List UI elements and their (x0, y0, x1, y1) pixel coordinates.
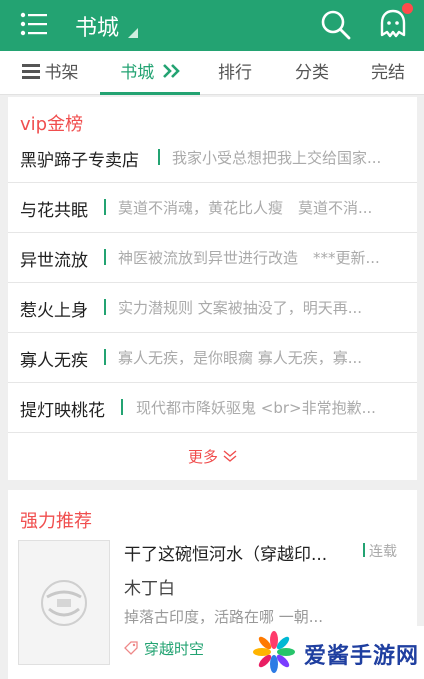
more-button[interactable]: 更多 (188, 446, 237, 467)
list-menu-icon[interactable] (20, 12, 48, 36)
book-summary: 实力潜规则 文案被抽没了，明天再... (118, 299, 363, 317)
tab-bookstore[interactable]: 书城 (100, 51, 200, 95)
search-icon[interactable] (320, 9, 352, 41)
book-title[interactable]: 干了这碗恒河水（穿越印... (124, 540, 327, 565)
book-name: 惹火上身 (20, 301, 88, 321)
more-label: 更多 (188, 448, 219, 466)
divider (158, 149, 160, 165)
tab-label: 书架 (44, 63, 79, 83)
divider (104, 349, 106, 365)
status-label: 连载 (369, 544, 397, 560)
list-item[interactable]: 异世流放 神医被流放到异世进行改造 ***更新... (8, 233, 417, 283)
page-title[interactable]: 书城 (75, 10, 119, 42)
book-name: 异世流放 (20, 251, 88, 271)
list-item[interactable]: 寡人无疾 寡人无疾，是你眼瘸 寡人无疾，寡... (8, 333, 417, 383)
book-name: 寡人无疾 (20, 351, 88, 371)
list-item[interactable]: 惹火上身 实力潜规则 文案被抽没了，明天再... (8, 283, 417, 333)
book-summary: 神医被流放到异世进行改造 ***更新... (118, 249, 380, 267)
divider (104, 199, 106, 215)
tab-finished[interactable]: 完结 (358, 51, 418, 95)
cover-logo-icon (41, 580, 87, 626)
tab-label: 书城 (120, 63, 155, 83)
pinwheel-logo-icon (253, 631, 295, 673)
watermark: 爱酱手游网 (222, 626, 424, 679)
book-name: 黑驴蹄子专卖店 (20, 151, 139, 171)
tab-bar: 书架 书城 排行 分类 完结 (0, 51, 424, 95)
double-chevron-right-icon (162, 64, 180, 78)
tab-bookshelf[interactable]: 书架 (10, 51, 90, 95)
vip-ranking-card: vip金榜 黑驴蹄子专卖店 我家小受总想把我上交给国家... 与花共眠 莫道不消… (8, 97, 417, 480)
book-summary: 掉落古印度，活路在哪 一朝... (124, 608, 324, 626)
book-author: 木丁白 (124, 579, 175, 599)
status-badge: 连载 (363, 541, 397, 561)
book-summary: 寡人无疾，是你眼瘸 寡人无疾，寡... (118, 349, 363, 367)
notification-dot (402, 3, 413, 14)
dropdown-triangle-icon (128, 28, 138, 38)
double-chevron-down-icon (223, 450, 237, 462)
tab-category[interactable]: 分类 (282, 51, 342, 95)
divider (104, 249, 106, 265)
tag-icon (124, 641, 138, 655)
book-summary: 莫道不消魂，黄花比人瘦 莫道不消... (118, 199, 373, 217)
bookshelf-icon (21, 64, 40, 79)
top-app-bar: 书城 (0, 0, 424, 51)
tab-ranking[interactable]: 排行 (205, 51, 265, 95)
genre-label: 穿越时空 (144, 640, 205, 658)
genre-tag[interactable]: 穿越时空 (124, 638, 204, 659)
book-cover[interactable] (18, 540, 110, 665)
list-item[interactable]: 黑驴蹄子专卖店 我家小受总想把我上交给国家... (8, 133, 417, 183)
watermark-text: 爱酱手游网 (304, 644, 420, 669)
book-summary: 我家小受总想把我上交给国家... (172, 149, 382, 167)
active-tab-indicator (100, 92, 200, 95)
divider (104, 299, 106, 315)
book-summary: 现代都市降妖驱鬼 <br>非常抱歉... (136, 399, 376, 417)
list-item[interactable]: 与花共眠 莫道不消魂，黄花比人瘦 莫道不消... (8, 183, 417, 233)
divider (121, 399, 123, 415)
section-title: 强力推荐 (20, 511, 92, 532)
list-item[interactable]: 提灯映桃花 现代都市降妖驱鬼 <br>非常抱歉... (8, 383, 417, 433)
book-name: 提灯映桃花 (20, 401, 105, 421)
book-name: 与花共眠 (20, 201, 88, 221)
